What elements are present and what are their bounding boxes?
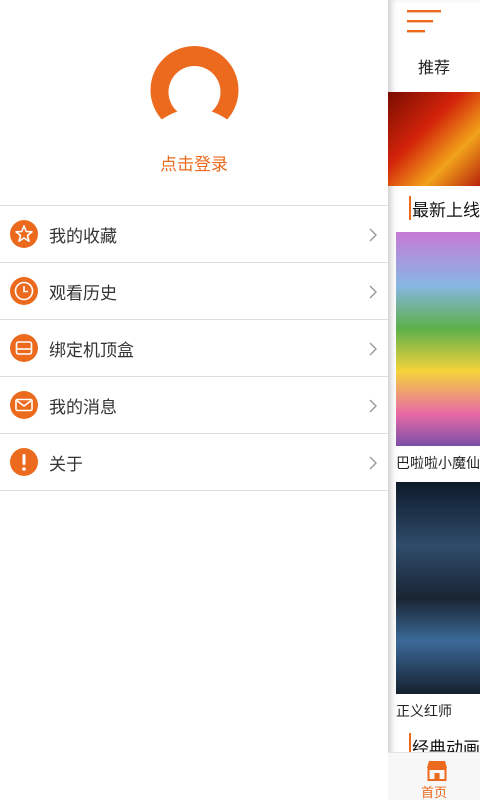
home-icon[interactable] bbox=[425, 759, 449, 781]
menu-item-label: 绑定机顶盒 bbox=[49, 340, 134, 361]
menu-toggle-icon[interactable] bbox=[407, 9, 443, 35]
bottom-navigation: 首页 bbox=[388, 752, 480, 800]
menu-item-messages[interactable]: 我的消息 bbox=[0, 377, 388, 434]
info-icon bbox=[9, 447, 39, 477]
menu-item-favorites[interactable]: 我的收藏 bbox=[0, 206, 388, 263]
poster-caption[interactable]: 正义红师 bbox=[396, 701, 452, 721]
chevron-right-icon bbox=[368, 455, 378, 470]
menu-item-label: 我的消息 bbox=[49, 397, 117, 418]
star-icon bbox=[9, 219, 39, 249]
featured-banner[interactable] bbox=[388, 92, 480, 186]
section-marker bbox=[409, 196, 411, 220]
drawer-menu: 我的收藏 观看历史 绑定机顶盒 我的消息 关于 bbox=[0, 205, 388, 491]
clock-icon bbox=[9, 276, 39, 306]
nav-home-label[interactable]: 首页 bbox=[421, 782, 447, 800]
menu-item-label: 关于 bbox=[49, 454, 83, 475]
set-top-box-icon bbox=[9, 333, 39, 363]
chevron-right-icon bbox=[368, 284, 378, 299]
section-title-latest: 最新上线 bbox=[412, 201, 480, 221]
menu-item-bind-set-top-box[interactable]: 绑定机顶盒 bbox=[0, 320, 388, 377]
menu-item-about[interactable]: 关于 bbox=[0, 434, 388, 491]
menu-item-label: 我的收藏 bbox=[49, 226, 117, 247]
navigation-drawer: 点击登录 我的收藏 观看历史 绑定机顶盒 我的消息 关于 bbox=[0, 0, 388, 800]
avatar-icon[interactable] bbox=[147, 45, 242, 135]
poster-caption[interactable]: 巴啦啦小魔仙 bbox=[396, 453, 480, 473]
login-link[interactable]: 点击登录 bbox=[0, 150, 388, 175]
menu-item-history[interactable]: 观看历史 bbox=[0, 263, 388, 320]
poster-item[interactable] bbox=[396, 482, 480, 694]
menu-item-label: 观看历史 bbox=[49, 283, 117, 304]
chevron-right-icon bbox=[368, 398, 378, 413]
tab-recommend[interactable]: 推荐 bbox=[418, 54, 450, 78]
main-content: 推荐 最新上线 巴啦啦小魔仙 正义红师 经典动画 首页 bbox=[388, 0, 480, 800]
chevron-right-icon bbox=[368, 227, 378, 242]
mail-icon bbox=[9, 390, 39, 420]
chevron-right-icon bbox=[368, 341, 378, 356]
poster-item[interactable] bbox=[396, 232, 480, 446]
